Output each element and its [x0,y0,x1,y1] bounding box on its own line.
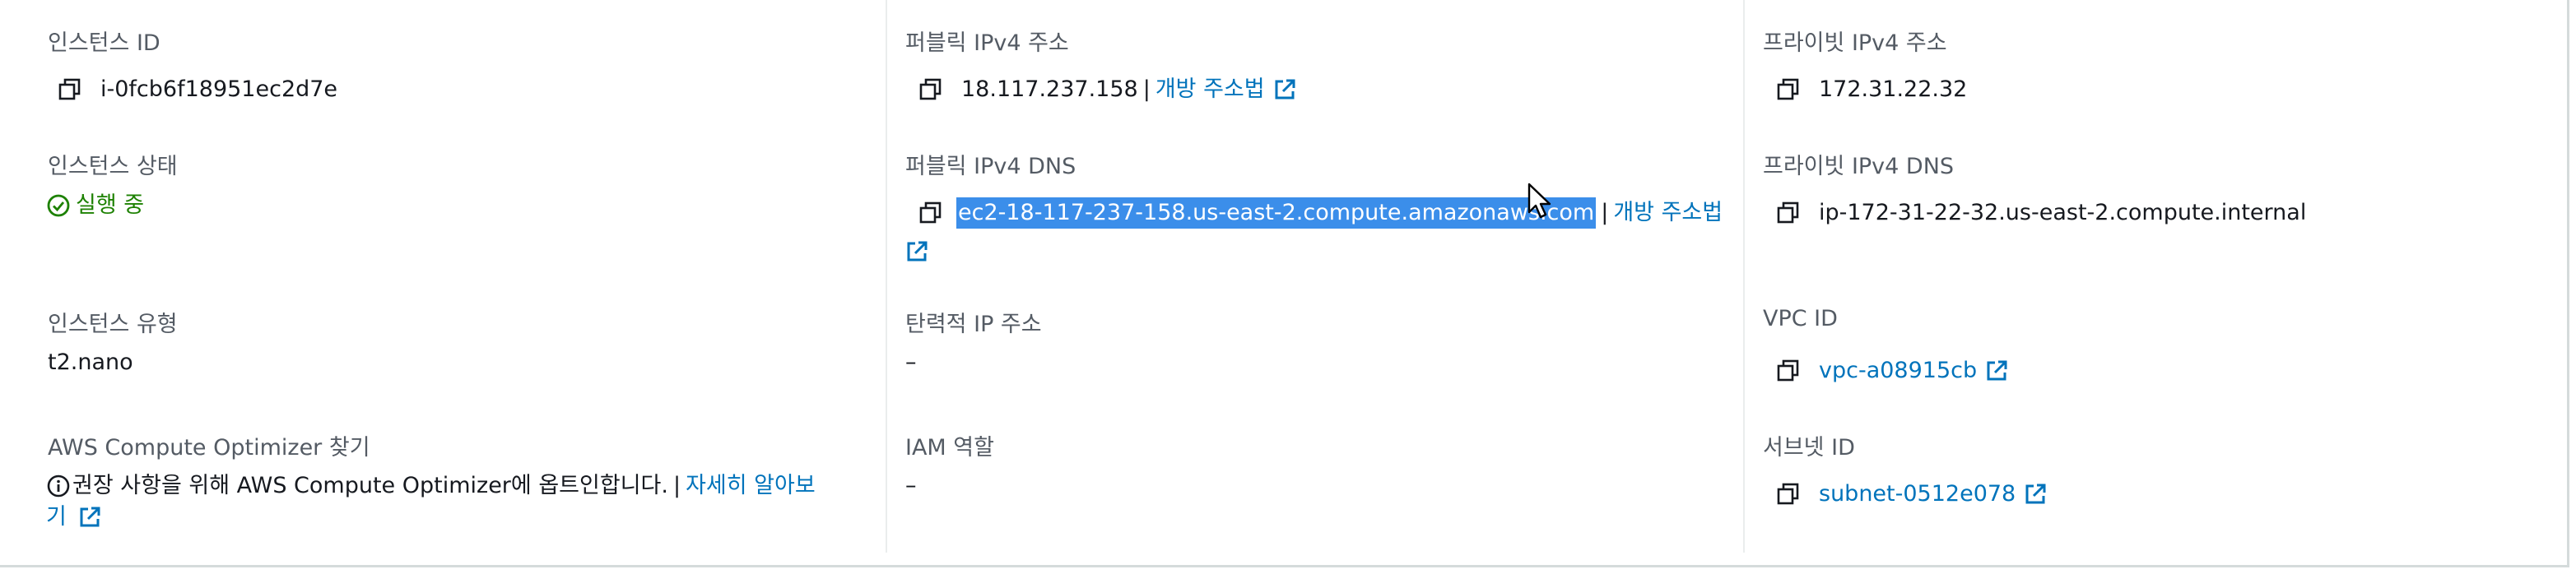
iam-role-label: IAM 역할 [905,435,994,461]
public-ipv4-text: 18.117.237.158 [961,76,1138,102]
learn-more-link-continued[interactable]: 기 [46,502,101,533]
copy-icon[interactable] [58,77,82,102]
compute-optimizer-label: AWS Compute Optimizer 찾기 [48,435,370,461]
summary-column-3: 프라이빗 IPv4 주소 172.31.22.32 프라이빗 IPv4 DNS … [1743,0,2571,553]
mouse-cursor-icon [1527,183,1551,219]
instance-state-label: 인스턴스 상태 [48,154,178,179]
public-ipv4-label: 퍼블릭 IPv4 주소 [905,30,1069,56]
instance-summary-panel: 인스턴스 ID i-0fcb6f18951ec2d7e 인스턴스 상태 실행 중… [0,0,2569,567]
instance-type-label: 인스턴스 유형 [48,312,178,337]
external-link-icon[interactable] [78,506,101,529]
summary-column-1: 인스턴스 ID i-0fcb6f18951ec2d7e 인스턴스 상태 실행 중… [0,0,886,553]
info-icon [47,474,70,498]
public-dns-link-continued[interactable] [905,240,928,263]
external-link-icon[interactable] [1273,78,1296,101]
public-dns-value: ec2-18-117-237-158.us-east-2.compute.ama… [918,197,1723,229]
copy-icon[interactable] [1776,359,1801,383]
private-ipv4-value: 172.31.22.32 [1776,74,1967,105]
instance-id-value: i-0fcb6f18951ec2d7e [58,74,337,105]
private-ipv4-label: 프라이빗 IPv4 주소 [1763,30,1947,56]
public-dns-label: 퍼블릭 IPv4 DNS [905,154,1076,179]
compute-optimizer-text: 권장 사항을 위해 AWS Compute Optimizer에 옵트인합니다. [72,473,668,498]
external-link-icon[interactable] [2024,483,2047,506]
instance-state-text: 실행 중 [76,192,145,218]
external-link-icon[interactable] [905,240,928,263]
private-dns-label: 프라이빗 IPv4 DNS [1763,154,1955,179]
elastic-ip-label: 탄력적 IP 주소 [905,312,1042,337]
private-dns-text: ip-172-31-22-32.us-east-2.compute.intern… [1819,200,2307,225]
summary-column-2: 퍼블릭 IPv4 주소 18.117.237.158 | 개방 주소법 퍼블릭 … [886,0,1745,553]
separator: | [1601,200,1609,225]
instance-state-value: 실행 중 [46,190,144,221]
external-link-icon[interactable] [1985,359,2008,382]
learn-more-link-text[interactable]: 기 [46,502,67,533]
copy-icon[interactable] [1776,482,1801,507]
instance-type-value: t2.nano [48,349,133,375]
open-address-link[interactable]: 개방 주소법 [1155,74,1265,105]
iam-role-value: – [905,473,917,498]
instance-id-label: 인스턴스 ID [48,30,160,56]
elastic-ip-value: – [905,349,917,375]
learn-more-link[interactable]: 자세히 알아보 [686,470,816,502]
check-circle-icon [47,194,70,217]
open-address-link[interactable]: 개방 주소법 [1613,197,1723,229]
copy-icon[interactable] [918,201,943,225]
copy-icon[interactable] [1776,201,1801,225]
subnet-id-label: 서브넷 ID [1763,435,1855,461]
vpc-id-value: vpc-a08915cb [1776,355,2008,387]
vpc-id-link[interactable]: vpc-a08915cb [1819,355,1977,387]
public-ipv4-value: 18.117.237.158 | 개방 주소법 [918,74,1296,105]
subnet-id-link[interactable]: subnet-0512e078 [1819,479,2016,510]
private-dns-value: ip-172-31-22-32.us-east-2.compute.intern… [1776,197,2306,229]
public-dns-text[interactable]: ec2-18-117-237-158.us-east-2.compute.ama… [956,197,1597,229]
copy-icon[interactable] [918,77,943,102]
separator: | [1142,76,1151,102]
vpc-id-label: VPC ID [1763,306,1838,331]
copy-icon[interactable] [1776,77,1801,102]
private-ipv4-text: 172.31.22.32 [1819,76,1968,102]
instance-id-text: i-0fcb6f18951ec2d7e [100,76,338,102]
compute-optimizer-message: 권장 사항을 위해 AWS Compute Optimizer에 옵트인합니다.… [46,470,816,502]
separator: | [672,473,681,498]
subnet-id-value: subnet-0512e078 [1776,479,2047,510]
